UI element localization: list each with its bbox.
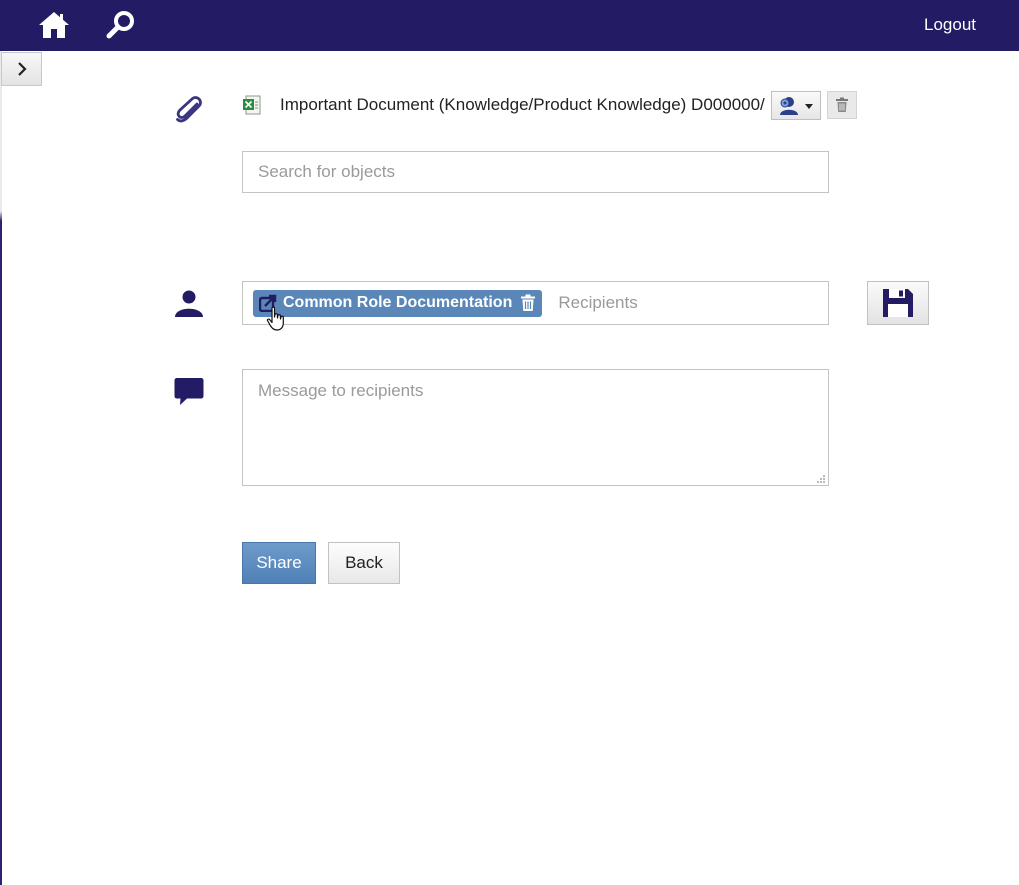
external-link-icon[interactable] (259, 294, 277, 312)
search-icon[interactable] (106, 10, 136, 40)
chevron-right-icon (17, 62, 27, 76)
attachment-title[interactable]: Important Document (Knowledge/Product Kn… (280, 95, 765, 115)
back-button[interactable]: Back (328, 542, 400, 584)
left-edge-border (0, 51, 2, 885)
recipients-input[interactable] (556, 292, 811, 314)
home-icon[interactable] (38, 10, 70, 40)
recipients-field[interactable]: Common Role Documentation (242, 281, 829, 325)
permissions-dropdown-button[interactable] (771, 91, 821, 120)
share-button[interactable]: Share (242, 542, 316, 584)
sidebar-toggle-button[interactable] (1, 52, 42, 86)
top-navbar: Logout (0, 0, 1019, 51)
logout-link[interactable]: Logout (924, 15, 976, 35)
attachment-row: Important Document (Knowledge/Product Kn… (242, 92, 765, 118)
recipient-chip-label: Common Role Documentation (283, 294, 513, 311)
paperclip-icon (173, 95, 205, 127)
resize-grip-icon[interactable] (815, 473, 826, 484)
message-textarea[interactable] (242, 369, 829, 486)
excel-file-icon (243, 95, 261, 115)
floppy-disk-icon (883, 289, 913, 317)
trash-icon (836, 97, 848, 112)
user-gear-dropdown-icon (780, 96, 813, 115)
delete-attachment-button[interactable] (827, 91, 857, 119)
speech-bubble-icon (174, 377, 206, 409)
recipient-chip[interactable]: Common Role Documentation (253, 289, 543, 317)
trash-icon[interactable] (520, 294, 536, 312)
user-icon (174, 288, 206, 320)
search-objects-input[interactable] (242, 151, 829, 193)
save-button[interactable] (867, 281, 929, 325)
